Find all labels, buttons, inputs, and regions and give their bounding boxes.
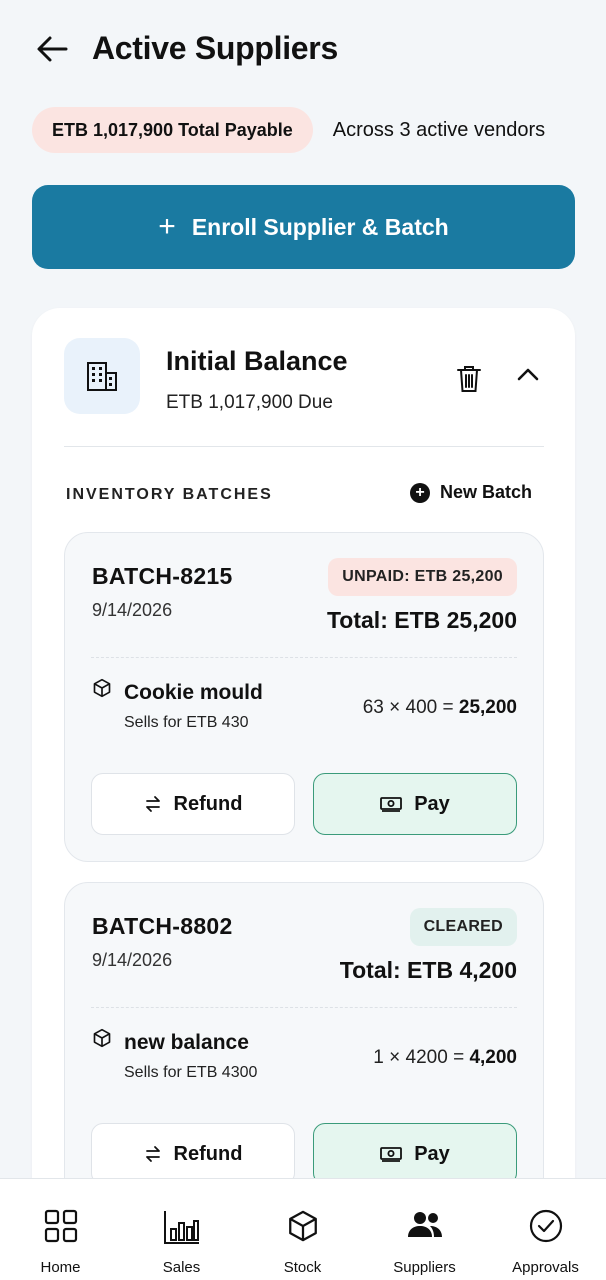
- enroll-supplier-button[interactable]: + Enroll Supplier & Batch: [32, 185, 575, 269]
- refund-label: Refund: [173, 792, 243, 815]
- nav-label: Stock: [283, 1259, 322, 1276]
- bottom-nav: Home Sales Stock Suppliers Approvals: [0, 1178, 606, 1280]
- line-calculation: 63 × 400 = 25,200: [363, 697, 517, 719]
- swap-icon: [144, 1145, 162, 1163]
- refund-button[interactable]: Refund: [91, 1123, 295, 1185]
- box-icon: [92, 678, 112, 703]
- dashed-divider: [91, 657, 517, 658]
- inventory-batches-heading: INVENTORY BATCHES: [66, 486, 273, 503]
- calc-result: 4,200: [469, 1047, 517, 1068]
- cash-icon: [380, 1146, 403, 1162]
- new-batch-label: New Batch: [440, 482, 533, 502]
- batch-id: BATCH-8802: [92, 913, 233, 939]
- batch-id: BATCH-8215: [92, 563, 233, 589]
- arrow-left-icon[interactable]: [36, 32, 70, 66]
- check-circle-icon: [529, 1209, 563, 1248]
- line-calculation: 1 × 4200 = 4,200: [373, 1047, 517, 1069]
- nav-label: Home: [40, 1259, 81, 1276]
- calc-result: 25,200: [458, 697, 517, 718]
- nav-item-suppliers[interactable]: Suppliers: [364, 1179, 485, 1280]
- refund-button[interactable]: Refund: [91, 773, 295, 835]
- vendor-count-text: Across 3 active vendors: [332, 118, 546, 141]
- dashed-divider: [91, 1007, 517, 1008]
- refund-label: Refund: [173, 1142, 243, 1165]
- pay-button[interactable]: Pay: [313, 1123, 517, 1185]
- trash-icon[interactable]: [456, 364, 482, 399]
- batch-card: BATCH-8802 9/14/2026 CLEARED Total: ETB …: [64, 882, 544, 1212]
- calc-expression: 63 × 400 =: [362, 697, 459, 718]
- batch-date: 9/14/2026: [92, 600, 173, 620]
- nav-item-home[interactable]: Home: [0, 1179, 121, 1280]
- box-icon: [286, 1209, 320, 1248]
- plus-icon: +: [158, 210, 176, 243]
- supplier-name: Initial Balance: [166, 346, 348, 376]
- divider: [64, 446, 544, 447]
- building-icon: [64, 338, 140, 414]
- plus-circle-icon: +: [410, 482, 430, 503]
- users-icon: [406, 1209, 444, 1246]
- grid-icon: [44, 1209, 78, 1248]
- item-name: Cookie mould: [124, 681, 263, 704]
- batch-date: 9/14/2026: [92, 950, 173, 970]
- summary-row: ETB 1,017,900 Total Payable Across 3 act…: [32, 107, 545, 153]
- batch-total: Total: ETB 4,200: [339, 957, 517, 983]
- batch-total: Total: ETB 25,200: [326, 607, 517, 633]
- batch-card: BATCH-8215 9/14/2026 UNPAID: ETB 25,200 …: [64, 532, 544, 862]
- item-name: new balance: [124, 1031, 249, 1054]
- pay-label: Pay: [414, 792, 450, 815]
- chevron-up-icon[interactable]: [516, 366, 540, 387]
- cash-icon: [380, 796, 403, 812]
- supplier-card: Initial Balance ETB 1,017,900 Due INVENT…: [32, 308, 575, 1280]
- nav-item-stock[interactable]: Stock: [242, 1179, 363, 1280]
- box-icon: [92, 1028, 112, 1053]
- supplier-due: ETB 1,017,900 Due: [166, 392, 333, 413]
- status-badge: CLEARED: [409, 908, 517, 946]
- nav-label: Sales: [162, 1259, 201, 1276]
- supplier-header[interactable]: Initial Balance ETB 1,017,900 Due: [64, 338, 544, 418]
- pay-button[interactable]: Pay: [313, 773, 517, 835]
- page-title: Active Suppliers: [92, 30, 338, 66]
- new-batch-button[interactable]: + New Batch: [410, 482, 532, 503]
- enroll-button-label: Enroll Supplier & Batch: [191, 213, 449, 240]
- total-payable-badge: ETB 1,017,900 Total Payable: [32, 107, 313, 153]
- page-header: Active Suppliers: [36, 30, 338, 67]
- calc-expression: 1 × 4200 =: [373, 1047, 470, 1068]
- nav-label: Approvals: [512, 1259, 579, 1276]
- nav-label: Suppliers: [393, 1259, 456, 1276]
- item-sell-price: Sells for ETB 430: [124, 714, 249, 731]
- bar-chart-icon: [163, 1209, 201, 1250]
- nav-item-approvals[interactable]: Approvals: [485, 1179, 606, 1280]
- item-sell-price: Sells for ETB 4300: [124, 1064, 258, 1081]
- swap-icon: [144, 795, 162, 813]
- nav-item-sales[interactable]: Sales: [121, 1179, 242, 1280]
- pay-label: Pay: [414, 1142, 450, 1165]
- status-badge: UNPAID: ETB 25,200: [328, 558, 517, 596]
